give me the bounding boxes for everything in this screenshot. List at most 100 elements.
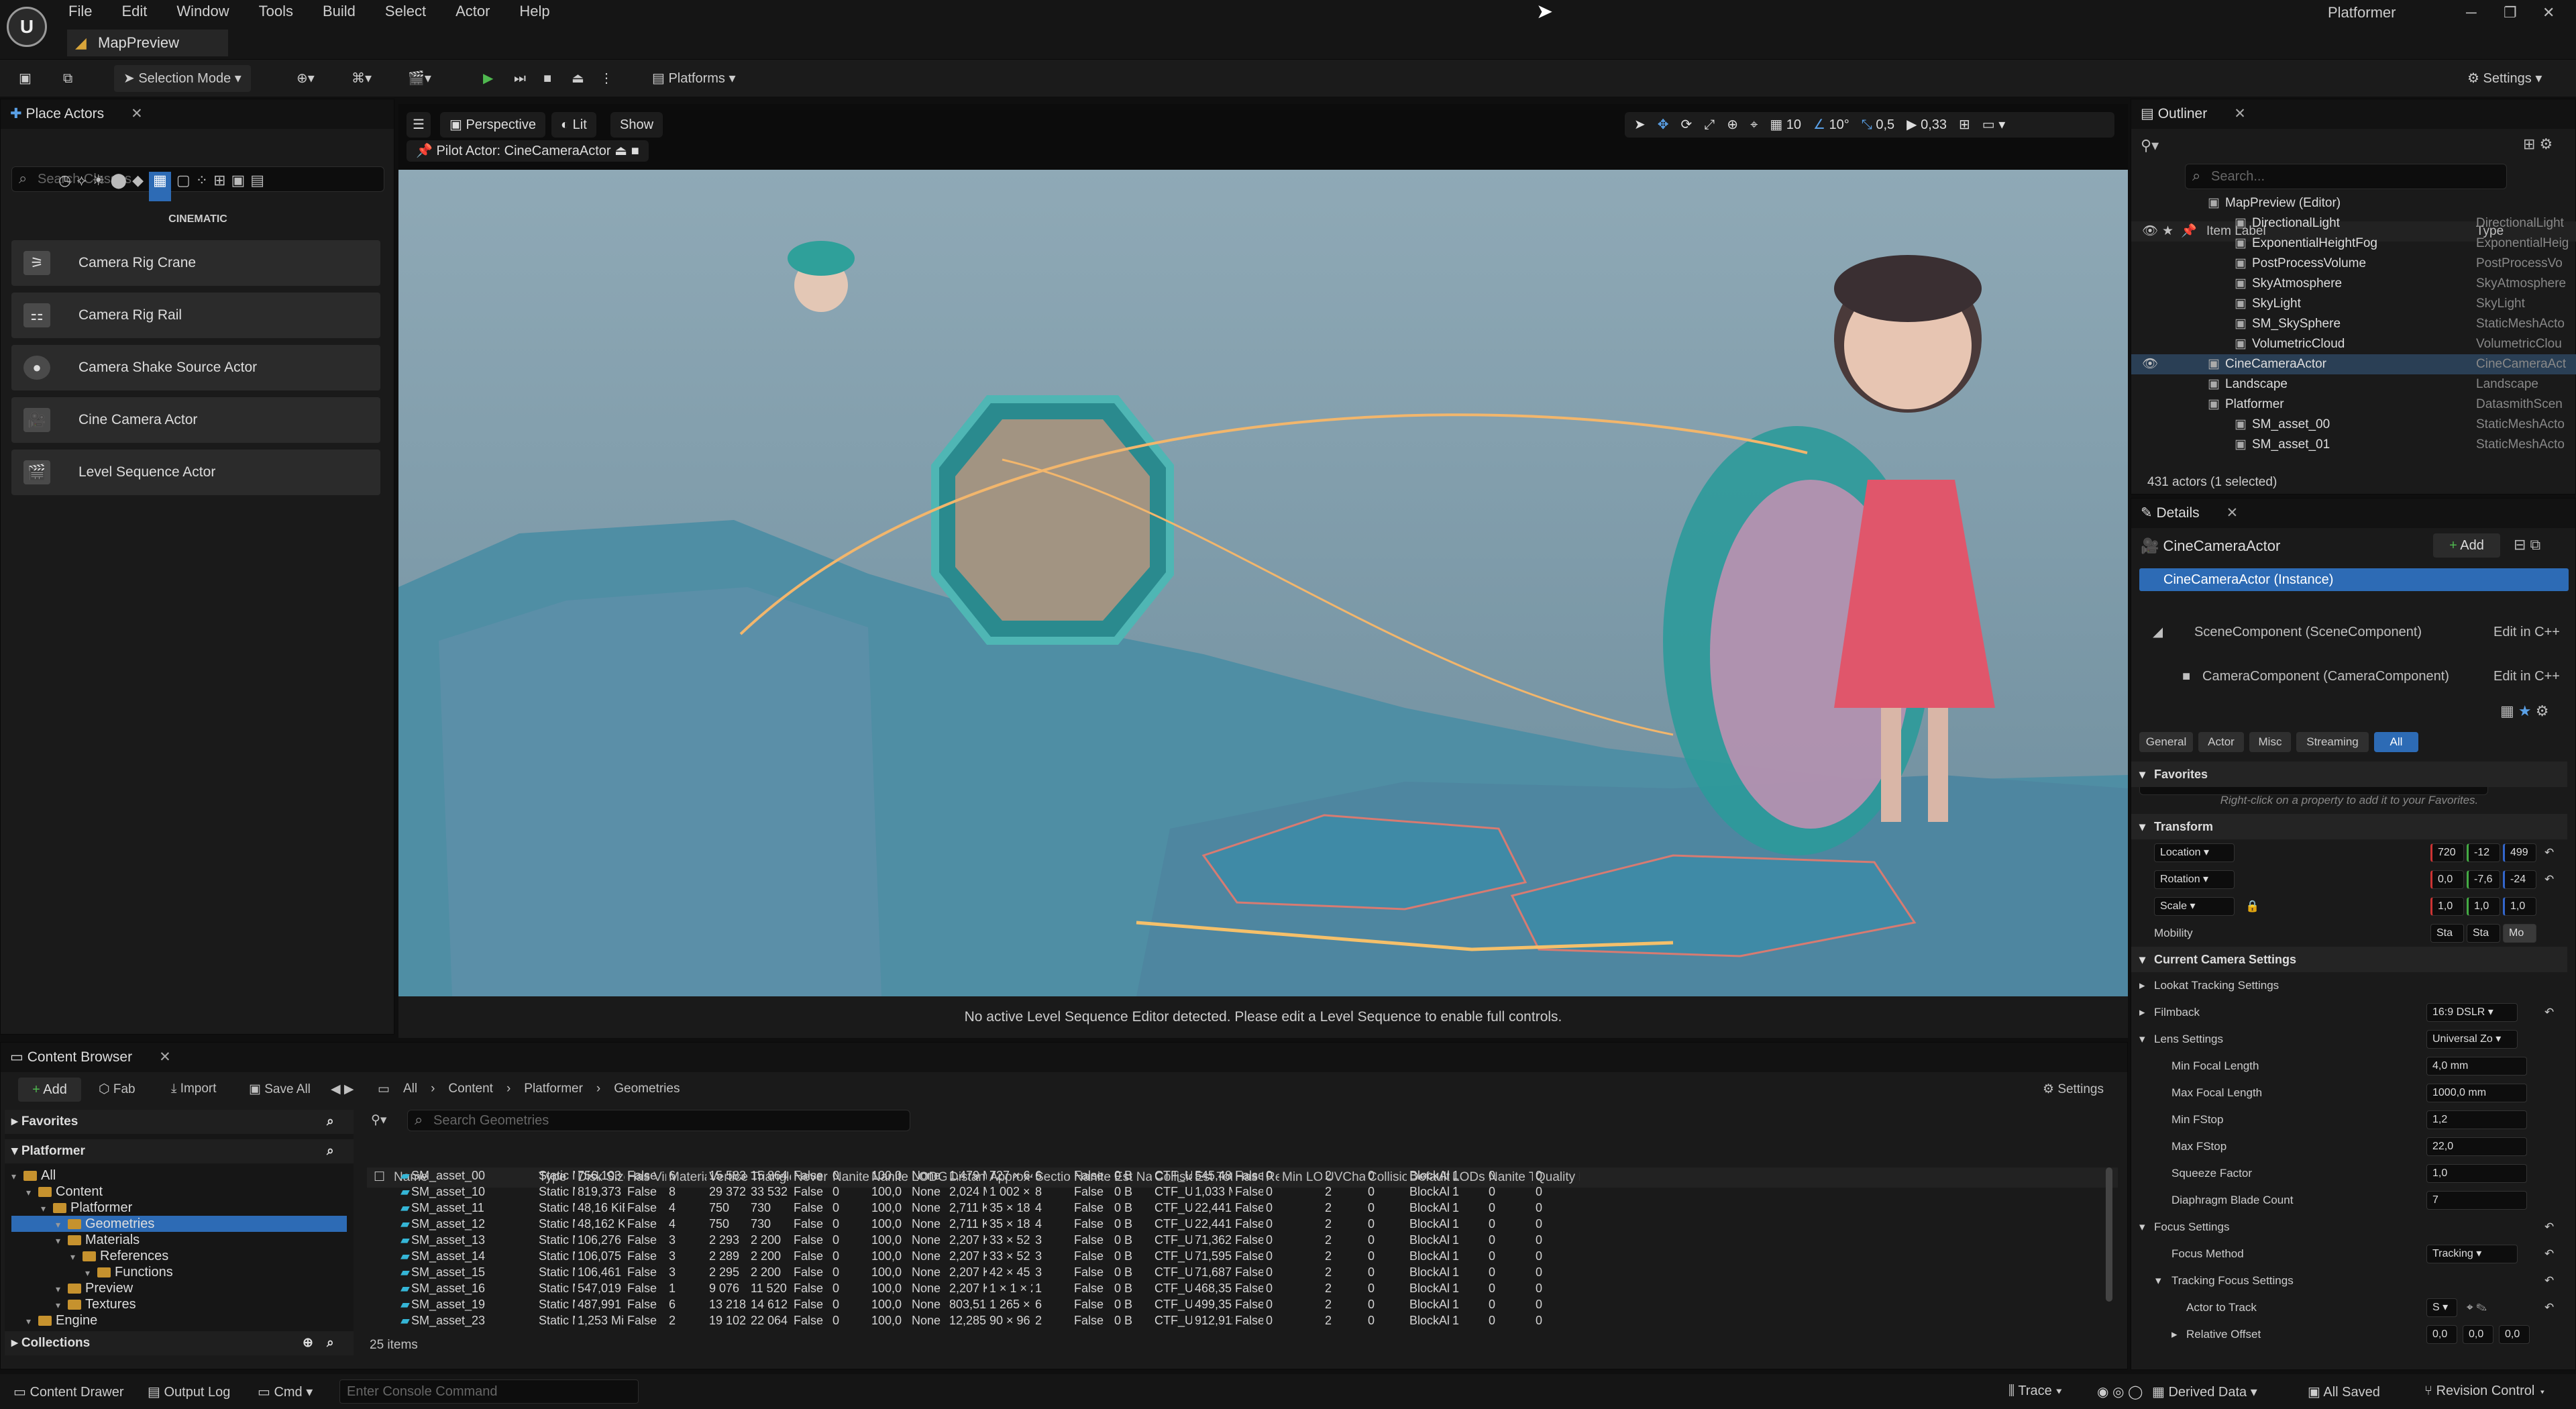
play-icon[interactable]: ▶ bbox=[474, 65, 502, 92]
close-tab-icon[interactable]: ✕ bbox=[159, 1049, 171, 1065]
menu-file[interactable]: File bbox=[54, 1, 107, 21]
trace-button[interactable]: ⫼ Trace ▾ bbox=[2008, 1384, 2062, 1399]
breadcrumb-geometries[interactable]: Geometries bbox=[614, 1082, 680, 1097]
component-row[interactable]: ◢ SceneComponent (SceneComponent) Edit in … bbox=[2139, 622, 2569, 642]
menu-build[interactable]: Build bbox=[308, 1, 370, 21]
cinematics-icon[interactable]: 🎬▾ bbox=[398, 65, 441, 92]
table-row[interactable]: ▰SM_asset_19 Static M487,991 False 6 13 218 1… bbox=[367, 1296, 2118, 1312]
outliner-row[interactable]: ▣ PostProcessVolume PostProcessVo bbox=[2131, 254, 2576, 274]
actor-cine-camera[interactable]: 🎥 Cine Camera Actor bbox=[11, 397, 380, 443]
outliner-row[interactable]: ▣ Platformer DatasmithScen bbox=[2131, 395, 2576, 415]
menu-actor[interactable]: Actor bbox=[441, 1, 504, 21]
breadcrumb-platformer[interactable]: Platformer bbox=[524, 1082, 583, 1097]
current-camera-section[interactable]: ▾ Current Camera Settings bbox=[2131, 947, 2567, 972]
scale-z[interactable]: 1,0 bbox=[2503, 897, 2536, 916]
reset-icon[interactable]: ↶ bbox=[2544, 999, 2554, 1026]
misc-icon[interactable]: ▣ bbox=[231, 172, 246, 201]
browse-icon[interactable]: ⧉ bbox=[54, 65, 82, 92]
tree-expand-icon[interactable]: ◢ bbox=[2153, 622, 2163, 642]
folder-tree-item[interactable]: ▾ References bbox=[11, 1248, 347, 1264]
location-dropdown[interactable]: Location ▾ bbox=[2154, 843, 2235, 862]
scale-x[interactable]: 1,0 bbox=[2430, 897, 2464, 916]
outliner-row[interactable]: ▣ MapPreview (Editor) bbox=[2131, 193, 2576, 213]
max-focal-input[interactable]: 1000,0 mm bbox=[2426, 1084, 2527, 1102]
outliner-tab[interactable]: ▤ Outliner ✕ bbox=[2131, 99, 2575, 129]
shapes-icon[interactable]: ⬤ bbox=[110, 172, 127, 201]
favorites-header[interactable]: ▸ Favorites ⌕ bbox=[5, 1110, 354, 1134]
tree-toggle-icon[interactable]: ▾ bbox=[26, 1313, 38, 1329]
close-tab-icon[interactable]: ✕ bbox=[131, 106, 143, 121]
cb-settings-button[interactable]: ⚙ Settings bbox=[2043, 1082, 2104, 1097]
visual-effects-icon[interactable]: ◆ bbox=[132, 172, 144, 201]
add-button[interactable]: + Add bbox=[18, 1078, 81, 1102]
filter-icon[interactable]: ⚲▾ bbox=[371, 1112, 386, 1128]
filmback-dropdown[interactable]: 16:9 DSLR ▾ bbox=[2426, 1003, 2518, 1022]
select-tool-icon[interactable]: ➤ bbox=[1634, 112, 1646, 138]
menu-select[interactable]: Select bbox=[370, 1, 441, 21]
content-browser-tab[interactable]: ▭ Content Browser ✕ bbox=[1, 1043, 2127, 1072]
offset-y[interactable]: 0,0 bbox=[2463, 1325, 2493, 1344]
offset-z[interactable]: 0,0 bbox=[2499, 1325, 2530, 1344]
collapse-icon[interactable]: ▾ bbox=[2139, 1026, 2145, 1053]
actor-camera-rig-crane[interactable]: ⚞ Camera Rig Crane bbox=[11, 240, 380, 286]
reset-icon[interactable]: ↶ bbox=[2544, 1241, 2554, 1267]
outliner-row[interactable]: 👁 ▣ CineCameraActor CineCameraAct bbox=[2131, 354, 2576, 374]
import-button[interactable]: ⤓ Import bbox=[171, 1082, 217, 1096]
close-icon[interactable]: ✕ bbox=[2542, 4, 2555, 21]
revision-control-button[interactable]: ⑂ Revision Control ▾ bbox=[2424, 1384, 2546, 1399]
expand-icon[interactable]: ▸ bbox=[2171, 1321, 2178, 1348]
outliner-row[interactable]: ▣ SM_asset_01 StaticMeshActo bbox=[2131, 435, 2576, 455]
expand-icon[interactable]: ▸ bbox=[2139, 999, 2145, 1026]
lens-dropdown[interactable]: Universal Zo ▾ bbox=[2426, 1030, 2518, 1049]
reset-icon[interactable]: ↶ bbox=[2544, 1267, 2554, 1294]
place-actors-tab[interactable]: ✚ Place Actors ✕ bbox=[1, 99, 394, 129]
filter-all[interactable]: All bbox=[2374, 732, 2418, 752]
rotation-x[interactable]: 0,0 bbox=[2430, 870, 2464, 889]
menu-tools[interactable]: Tools bbox=[244, 1, 308, 21]
folder-tree-item[interactable]: ▾ Geometries bbox=[11, 1216, 347, 1232]
breadcrumb-content[interactable]: Content bbox=[448, 1082, 493, 1097]
save-all-button[interactable]: ▣ Save All bbox=[249, 1082, 311, 1097]
menu-window[interactable]: Window bbox=[162, 1, 244, 21]
filter-icon[interactable]: ⚲▾ bbox=[2141, 137, 2159, 154]
filter-general[interactable]: General bbox=[2139, 732, 2193, 752]
outliner-row[interactable]: ▣ SM_SkySphere StaticMeshActo bbox=[2131, 314, 2576, 334]
camera-speed-icon[interactable]: ▶ 0,33 bbox=[1907, 112, 1947, 138]
blades-input[interactable]: 7 bbox=[2426, 1191, 2527, 1210]
outliner-search-input[interactable]: Search... bbox=[2185, 164, 2507, 189]
lit-button[interactable]: ◐ Lit bbox=[551, 112, 596, 138]
rotation-y[interactable]: -7,6 bbox=[2467, 870, 2500, 889]
filter-actor[interactable]: Actor bbox=[2198, 732, 2244, 752]
all-saved-button[interactable]: ▣ All Saved bbox=[2308, 1384, 2380, 1400]
tree-toggle-icon[interactable]: ▾ bbox=[41, 1200, 53, 1216]
asset-search-input[interactable]: Search Geometries bbox=[407, 1110, 910, 1131]
reset-icon[interactable]: ↶ bbox=[2544, 839, 2554, 866]
actor-track-dropdown[interactable]: S ▾ bbox=[2426, 1298, 2457, 1317]
tracking-row[interactable]: ▾ Tracking Focus Settings ↶ bbox=[2131, 1267, 2567, 1294]
tree-toggle-icon[interactable]: ▾ bbox=[70, 1249, 83, 1265]
console-input[interactable]: Enter Console Command bbox=[339, 1379, 639, 1404]
reset-icon[interactable]: ↶ bbox=[2544, 1214, 2554, 1241]
show-button[interactable]: Show bbox=[610, 112, 663, 138]
root-header[interactable]: ▾ Platformer ⌕ bbox=[5, 1139, 354, 1163]
offset-x[interactable]: 0,0 bbox=[2426, 1325, 2457, 1344]
instance-row[interactable]: CineCameraActor (Instance) bbox=[2139, 568, 2569, 591]
visibility-icon[interactable]: 👁 bbox=[2142, 354, 2158, 374]
volumes-icon[interactable]: ▢ bbox=[176, 172, 191, 201]
mobility-movable[interactable]: Mo bbox=[2503, 924, 2536, 943]
rotation-dropdown[interactable]: Rotation ▾ bbox=[2154, 870, 2235, 889]
picker-icon[interactable]: ⌖ ✎ bbox=[2467, 1294, 2487, 1321]
folder-tree-item[interactable]: ▾ All bbox=[11, 1167, 347, 1184]
transform-section[interactable]: ▾ Transform bbox=[2131, 814, 2567, 839]
extras-icon[interactable]: ▤ bbox=[250, 172, 264, 201]
min-focal-input[interactable]: 4,0 mm bbox=[2426, 1057, 2527, 1076]
collections-header[interactable]: ▸ Collections ⊕ ⌕ bbox=[5, 1331, 354, 1355]
add-filter-icon[interactable]: ⊞ ⚙ bbox=[2523, 136, 2553, 153]
actor-camera-shake-source[interactable]: ● Camera Shake Source Actor bbox=[11, 345, 380, 390]
more-options-icon[interactable]: ⋮ bbox=[590, 65, 623, 92]
folder-tree-item[interactable]: ▾ Materials bbox=[11, 1232, 347, 1248]
actor-camera-rig-rail[interactable]: ⚏ Camera Rig Rail bbox=[11, 293, 380, 338]
outliner-row[interactable]: ▣ DirectionalLight DirectionalLight bbox=[2131, 213, 2576, 233]
menu-help[interactable]: Help bbox=[504, 1, 564, 21]
table-row[interactable]: ▰SM_asset_10 Static M819,373 False 8 29 372 3… bbox=[367, 1184, 2118, 1200]
